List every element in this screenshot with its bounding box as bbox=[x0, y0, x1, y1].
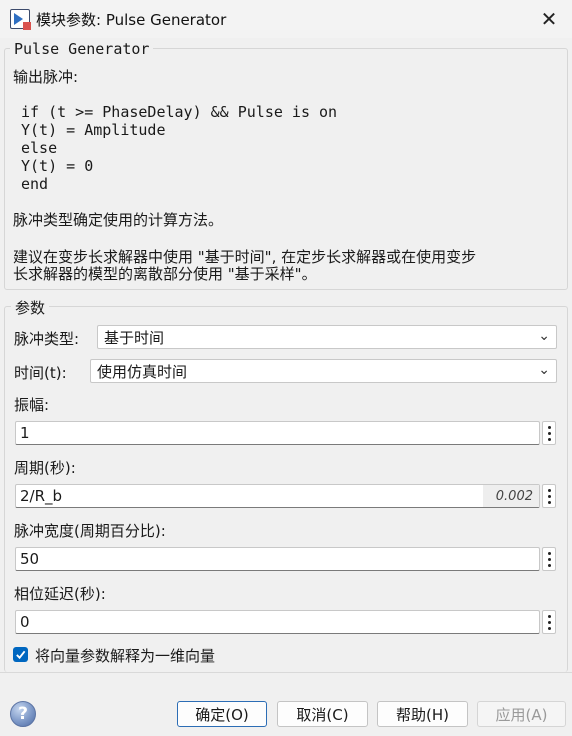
period-value: 2/R_b bbox=[20, 487, 63, 505]
interpret-vector-label: 将向量参数解释为一维向量 bbox=[35, 647, 216, 665]
ok-button[interactable]: 确定(O) bbox=[177, 701, 267, 727]
code-line: if (t >= PhaseDelay) && Pulse is on bbox=[21, 103, 338, 121]
pulse-width-input[interactable]: 50 bbox=[15, 547, 540, 571]
description-group-title: Pulse Generator bbox=[10, 40, 154, 58]
amplitude-input[interactable]: 1 bbox=[15, 421, 540, 445]
pulse-type-label: 脉冲类型: bbox=[14, 330, 80, 348]
time-label: 时间(t): bbox=[14, 364, 67, 382]
code-line: else bbox=[21, 139, 58, 157]
description-text: 长求解器的模型的离散部分使用 "基于采样"。 bbox=[13, 265, 317, 283]
period-label: 周期(秒): bbox=[14, 459, 76, 477]
help-button[interactable]: 帮助(H) bbox=[377, 701, 468, 727]
title-bar: 模块参数: Pulse Generator ✕ bbox=[0, 0, 572, 38]
description-intro: 输出脉冲: bbox=[13, 68, 79, 86]
time-dropdown[interactable]: 使用仿真时间 ⌄ bbox=[90, 359, 557, 383]
period-input[interactable]: 2/R_b 0.002 bbox=[15, 484, 540, 508]
phase-delay-label: 相位延迟(秒): bbox=[14, 585, 106, 603]
window-title: 模块参数: Pulse Generator bbox=[36, 11, 227, 29]
pulse-width-more-button[interactable] bbox=[542, 547, 556, 571]
period-evaluated-value: 0.002 bbox=[483, 485, 539, 507]
phase-delay-more-button[interactable] bbox=[542, 610, 556, 634]
code-line: Y(t) = Amplitude bbox=[21, 121, 166, 139]
parameters-group-title: 参数 bbox=[11, 297, 50, 318]
period-more-button[interactable] bbox=[542, 484, 556, 508]
phase-delay-value: 0 bbox=[20, 613, 30, 631]
help-icon[interactable]: ? bbox=[10, 701, 36, 727]
apply-button[interactable]: 应用(A) bbox=[477, 701, 566, 727]
interpret-vector-checkbox[interactable] bbox=[13, 647, 28, 662]
amplitude-more-button[interactable] bbox=[542, 421, 556, 445]
chevron-down-icon: ⌄ bbox=[538, 328, 550, 344]
pulse-type-dropdown[interactable]: 基于时间 ⌄ bbox=[97, 325, 557, 349]
description-text: 脉冲类型确定使用的计算方法。 bbox=[13, 211, 224, 229]
divider bbox=[0, 672, 572, 673]
close-icon: ✕ bbox=[540, 7, 558, 31]
chevron-down-icon: ⌄ bbox=[538, 362, 550, 378]
close-button[interactable]: ✕ bbox=[526, 0, 572, 38]
pulse-width-label: 脉冲宽度(周期百分比): bbox=[14, 522, 166, 540]
cancel-button[interactable]: 取消(C) bbox=[277, 701, 368, 727]
code-line: end bbox=[21, 175, 49, 193]
code-line: Y(t) = 0 bbox=[21, 157, 94, 175]
pulse-width-value: 50 bbox=[20, 550, 40, 568]
simulink-block-icon bbox=[10, 9, 31, 30]
checkmark-icon bbox=[16, 650, 26, 660]
amplitude-value: 1 bbox=[20, 424, 30, 442]
pulse-type-value: 基于时间 bbox=[104, 328, 165, 347]
phase-delay-input[interactable]: 0 bbox=[15, 610, 540, 634]
time-value: 使用仿真时间 bbox=[97, 362, 188, 381]
amplitude-label: 振幅: bbox=[14, 396, 50, 414]
